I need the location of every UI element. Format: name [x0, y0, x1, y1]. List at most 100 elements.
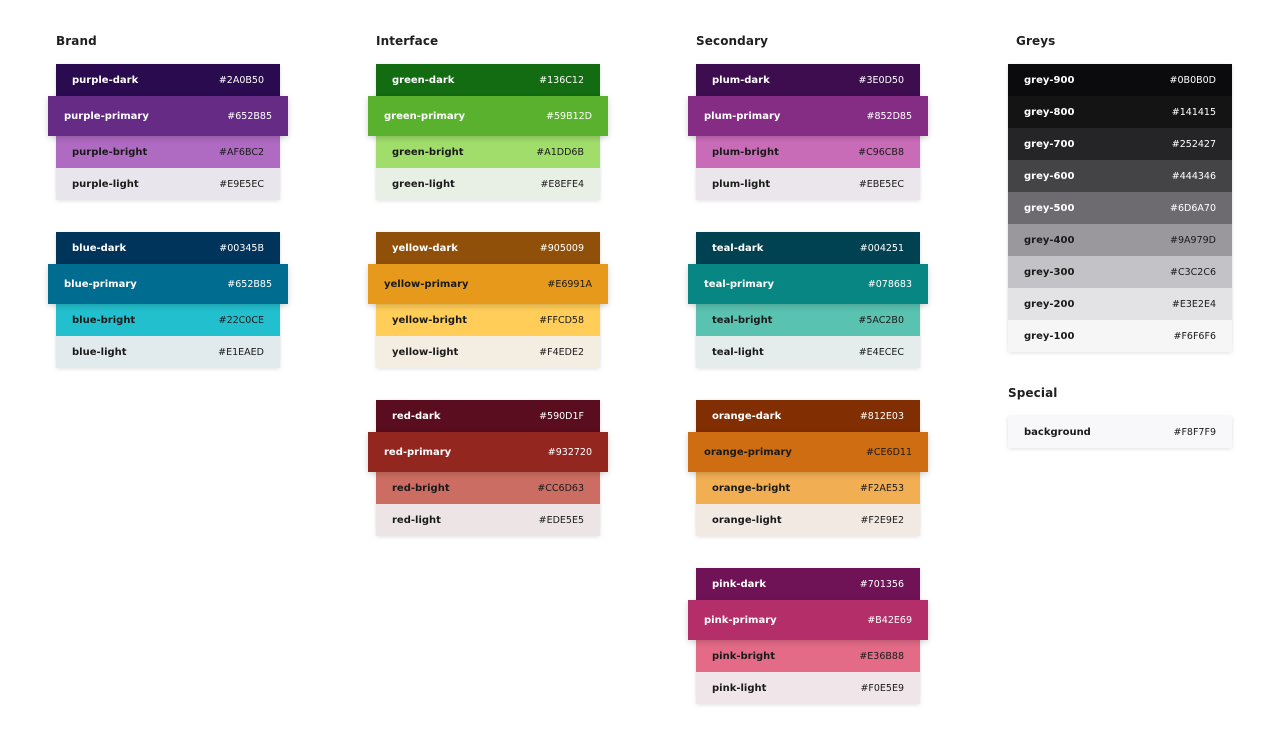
- color-swatch-red-primary[interactable]: red-primary #932720: [368, 432, 608, 472]
- swatch-hex: #590D1F: [539, 410, 584, 422]
- swatch-hex: #F4EDE2: [539, 346, 584, 358]
- color-swatch-pink-light[interactable]: pink-light #F0E5E9: [696, 672, 920, 704]
- color-swatch-pink-primary[interactable]: pink-primary #B42E69: [688, 600, 928, 640]
- swatch-name: plum-bright: [712, 146, 779, 158]
- swatch-name: yellow-light: [392, 346, 459, 358]
- color-swatch-background[interactable]: background #F8F7F9: [1008, 416, 1232, 448]
- swatch-hex: #652B85: [227, 110, 272, 122]
- color-swatch-plum-dark[interactable]: plum-dark #3E0D50: [696, 64, 920, 96]
- color-swatch-teal-primary[interactable]: teal-primary #078683: [688, 264, 928, 304]
- color-swatch-purple-light[interactable]: purple-light #E9E5EC: [56, 168, 280, 200]
- color-swatch-purple-dark[interactable]: purple-dark #2A0B50: [56, 64, 280, 96]
- swatch-hex: #5AC2B0: [858, 314, 904, 326]
- color-swatch-blue-primary[interactable]: blue-primary #652B85: [48, 264, 288, 304]
- color-swatch-grey-700[interactable]: grey-700 #252427: [1008, 128, 1232, 160]
- color-swatch-purple-bright[interactable]: purple-bright #AF6BC2: [56, 136, 280, 168]
- color-swatch-grey-400[interactable]: grey-400 #9A979D: [1008, 224, 1232, 256]
- swatch-name: red-bright: [392, 482, 450, 494]
- swatch-name: grey-400: [1024, 234, 1075, 246]
- swatch-name: grey-100: [1024, 330, 1075, 342]
- swatch-name: green-light: [392, 178, 455, 190]
- swatch-name: grey-800: [1024, 106, 1075, 118]
- swatch-name: plum-primary: [704, 110, 781, 122]
- color-swatch-grey-800[interactable]: grey-800 #141415: [1008, 96, 1232, 128]
- swatch-name: grey-300: [1024, 266, 1075, 278]
- swatch-name: orange-bright: [712, 482, 791, 494]
- color-swatch-plum-primary[interactable]: plum-primary #852D85: [688, 96, 928, 136]
- swatch-hex: #EDE5E5: [538, 514, 584, 526]
- swatch-name: purple-light: [72, 178, 139, 190]
- swatch-name: yellow-dark: [392, 242, 458, 254]
- color-swatch-grey-100[interactable]: grey-100 #F6F6F6: [1008, 320, 1232, 352]
- color-swatch-teal-dark[interactable]: teal-dark #004251: [696, 232, 920, 264]
- swatch-name: teal-bright: [712, 314, 773, 326]
- color-swatch-orange-light[interactable]: orange-light #F2E9E2: [696, 504, 920, 536]
- color-swatch-teal-light[interactable]: teal-light #E4ECEC: [696, 336, 920, 368]
- color-swatch-grey-500[interactable]: grey-500 #6D6A70: [1008, 192, 1232, 224]
- swatch-name: blue-bright: [72, 314, 136, 326]
- color-swatch-orange-bright[interactable]: orange-bright #F2AE53: [696, 472, 920, 504]
- section-heading: Greys: [1016, 34, 1056, 48]
- swatch-hex: #E8EFE4: [540, 178, 584, 190]
- color-swatch-green-light[interactable]: green-light #E8EFE4: [376, 168, 600, 200]
- swatch-hex: #3E0D50: [858, 74, 904, 86]
- color-swatch-blue-bright[interactable]: blue-bright #22C0CE: [56, 304, 280, 336]
- color-swatch-teal-bright[interactable]: teal-bright #5AC2B0: [696, 304, 920, 336]
- color-swatch-red-light[interactable]: red-light #EDE5E5: [376, 504, 600, 536]
- color-swatch-plum-bright[interactable]: plum-bright #C96CB8: [696, 136, 920, 168]
- color-swatch-green-dark[interactable]: green-dark #136C12: [376, 64, 600, 96]
- swatch-hex: #F8F7F9: [1173, 426, 1217, 438]
- swatch-hex: #136C12: [539, 74, 584, 86]
- swatch-name: blue-light: [72, 346, 127, 358]
- color-swatch-pink-dark[interactable]: pink-dark #701356: [696, 568, 920, 600]
- swatch-hex: #C96CB8: [858, 146, 904, 158]
- swatch-hex: #252427: [1171, 138, 1216, 150]
- color-swatch-yellow-primary[interactable]: yellow-primary #E6991A: [368, 264, 608, 304]
- color-swatch-grey-600[interactable]: grey-600 #444346: [1008, 160, 1232, 192]
- swatch-hex: #701356: [859, 578, 904, 590]
- swatch-hex: #E6991A: [547, 278, 592, 290]
- swatch-name: pink-primary: [704, 614, 777, 626]
- swatch-name: yellow-primary: [384, 278, 469, 290]
- color-swatch-yellow-dark[interactable]: yellow-dark #905009: [376, 232, 600, 264]
- color-swatch-blue-light[interactable]: blue-light #E1EAED: [56, 336, 280, 368]
- swatch-name: grey-900: [1024, 74, 1075, 86]
- color-swatch-plum-light[interactable]: plum-light #EBE5EC: [696, 168, 920, 200]
- color-swatch-grey-200[interactable]: grey-200 #E3E2E4: [1008, 288, 1232, 320]
- color-swatch-grey-900[interactable]: grey-900 #0B0B0D: [1008, 64, 1232, 96]
- color-swatch-orange-primary[interactable]: orange-primary #CE6D11: [688, 432, 928, 472]
- swatch-hex: #2A0B50: [218, 74, 264, 86]
- swatch-name: pink-bright: [712, 650, 776, 662]
- color-swatch-green-bright[interactable]: green-bright #A1DD6B: [376, 136, 600, 168]
- swatch-hex: #22C0CE: [218, 314, 264, 326]
- swatch-hex: #FFCD58: [539, 314, 584, 326]
- color-swatch-yellow-bright[interactable]: yellow-bright #FFCD58: [376, 304, 600, 336]
- swatch-name: red-dark: [392, 410, 441, 422]
- swatch-hex: #E36B88: [859, 650, 904, 662]
- swatch-hex: #141415: [1171, 106, 1216, 118]
- color-swatch-orange-dark[interactable]: orange-dark #812E03: [696, 400, 920, 432]
- color-swatch-green-primary[interactable]: green-primary #59B12D: [368, 96, 608, 136]
- swatch-name: grey-600: [1024, 170, 1075, 182]
- swatch-name: orange-dark: [712, 410, 782, 422]
- swatch-hex: #0B0B0D: [1169, 74, 1216, 86]
- swatch-hex: #E1EAED: [218, 346, 264, 358]
- color-swatch-yellow-light[interactable]: yellow-light #F4EDE2: [376, 336, 600, 368]
- color-swatch-grey-300[interactable]: grey-300 #C3C2C6: [1008, 256, 1232, 288]
- color-swatch-red-dark[interactable]: red-dark #590D1F: [376, 400, 600, 432]
- swatch-hex: #652B85: [227, 278, 272, 290]
- color-swatch-pink-bright[interactable]: pink-bright #E36B88: [696, 640, 920, 672]
- swatch-name: background: [1024, 426, 1091, 438]
- swatch-hex: #078683: [867, 278, 912, 290]
- section-heading: Special: [1008, 386, 1058, 400]
- swatch-name: teal-primary: [704, 278, 775, 290]
- color-swatch-blue-dark[interactable]: blue-dark #00345B: [56, 232, 280, 264]
- swatch-hex: #F6F6F6: [1173, 330, 1217, 342]
- color-swatch-purple-primary[interactable]: purple-primary #652B85: [48, 96, 288, 136]
- swatch-name: green-bright: [392, 146, 464, 158]
- color-swatch-red-bright[interactable]: red-bright #CC6D63: [376, 472, 600, 504]
- swatch-name: pink-light: [712, 682, 767, 694]
- section-heading: Interface: [376, 34, 439, 48]
- swatch-name: grey-700: [1024, 138, 1075, 150]
- swatch-hex: #F0E5E9: [860, 682, 904, 694]
